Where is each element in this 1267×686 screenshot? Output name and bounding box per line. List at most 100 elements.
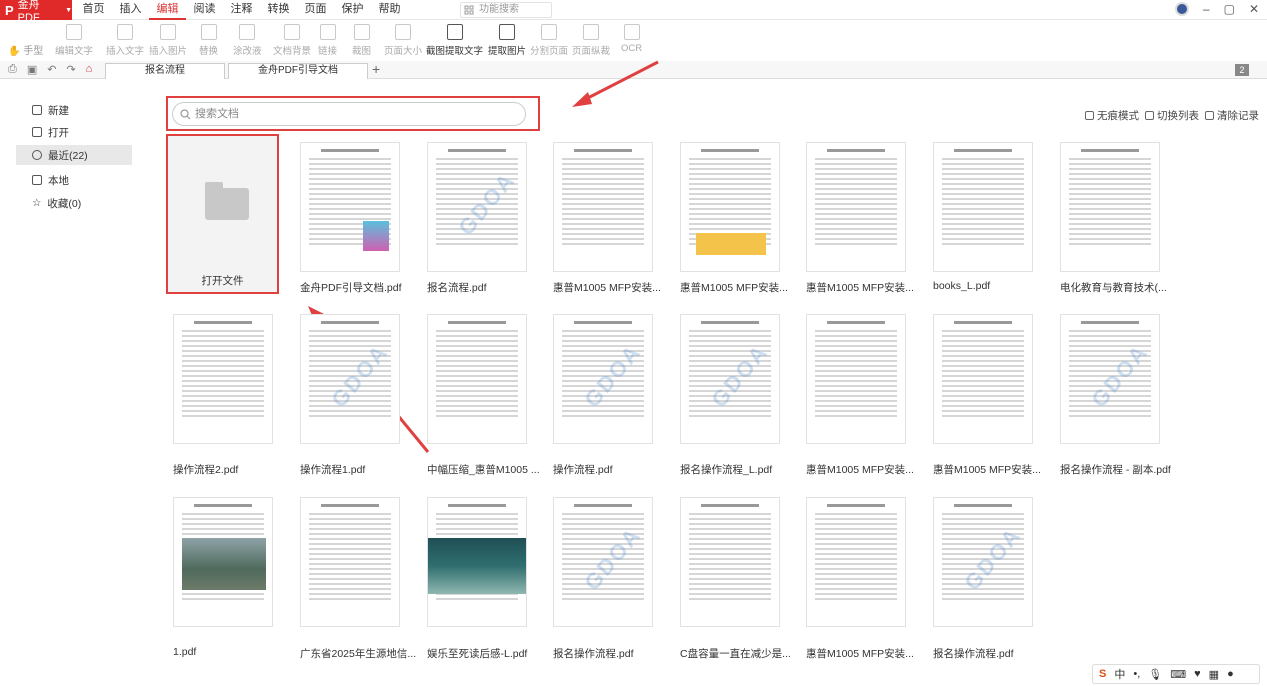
file-name-label[interactable]: 报名操作流程_L.pdf	[680, 462, 800, 477]
text-line	[309, 188, 391, 190]
text-line	[562, 173, 644, 175]
file-thumbnail[interactable]: GDOA	[553, 497, 653, 627]
promo-image	[363, 221, 389, 251]
text-line	[815, 330, 897, 332]
file-thumbnail[interactable]	[427, 497, 527, 627]
text-line	[562, 330, 644, 332]
text-line	[942, 178, 1024, 180]
text-line	[689, 208, 771, 210]
file-thumbnail[interactable]	[427, 314, 527, 444]
file-name-label[interactable]: 报名流程.pdf	[427, 280, 547, 295]
text-line	[309, 578, 391, 580]
text-line	[1069, 228, 1151, 230]
file-thumbnail[interactable]	[173, 497, 273, 627]
punctuation-icon[interactable]: •,	[1133, 668, 1140, 680]
text-line	[436, 533, 518, 535]
file-name-label[interactable]: books_L.pdf	[933, 280, 1053, 292]
text-line	[309, 193, 391, 195]
text-line	[182, 340, 264, 342]
text-line	[942, 168, 1024, 170]
text-line	[942, 415, 1024, 417]
text-line	[1069, 340, 1151, 342]
text-line	[815, 588, 897, 590]
file-thumbnail[interactable]: GDOA	[1060, 314, 1160, 444]
text-line	[689, 528, 771, 530]
file-name-label[interactable]: C盘容量一直在减少是...	[680, 646, 800, 661]
file-name-label[interactable]: 报名操作流程.pdf	[553, 646, 673, 661]
text-line	[815, 233, 897, 235]
file-thumbnail[interactable]: GDOA	[427, 142, 527, 272]
microphone-icon[interactable]: 🎙	[1148, 668, 1162, 681]
text-line	[815, 238, 897, 240]
file-name-label[interactable]: 惠普M1005 MFP安装...	[933, 462, 1053, 477]
file-name-label[interactable]: 操作流程2.pdf	[173, 462, 293, 477]
text-line	[942, 163, 1024, 165]
file-thumbnail[interactable]	[806, 497, 906, 627]
file-name-label[interactable]: 惠普M1005 MFP安装...	[680, 280, 800, 295]
apps-grid-icon[interactable]: ▦	[1209, 668, 1219, 681]
text-line	[562, 518, 644, 520]
text-line	[689, 178, 771, 180]
file-name-label[interactable]: 1.pdf	[173, 646, 293, 658]
text-line	[309, 173, 391, 175]
file-thumbnail[interactable]	[933, 314, 1033, 444]
file-name-label[interactable]: 中幅压缩_惠普M1005 ...	[427, 462, 547, 477]
file-thumbnail[interactable]	[300, 142, 400, 272]
text-line	[815, 163, 897, 165]
text-line	[689, 568, 771, 570]
text-line	[562, 593, 644, 595]
text-line	[815, 533, 897, 535]
keyboard-icon[interactable]: ⌨	[1170, 668, 1186, 681]
text-line	[689, 593, 771, 595]
ime-brand-icon[interactable]: S	[1099, 668, 1106, 680]
text-line	[689, 193, 771, 195]
text-line	[309, 548, 391, 550]
file-name-label[interactable]: 报名操作流程.pdf	[933, 646, 1053, 661]
file-name-label[interactable]: 操作流程1.pdf	[300, 462, 420, 477]
file-thumbnail[interactable]	[680, 497, 780, 627]
text-line	[942, 523, 1024, 525]
cover-title-line	[1081, 149, 1139, 152]
file-name-label[interactable]: 电化教育与教育技术(...	[1060, 280, 1180, 295]
file-thumbnail[interactable]	[680, 142, 780, 272]
ime-language[interactable]: 中	[1114, 666, 1125, 682]
file-thumbnail[interactable]: GDOA	[680, 314, 780, 444]
file-name-label[interactable]: 惠普M1005 MFP安装...	[806, 462, 926, 477]
file-name-label[interactable]: 惠普M1005 MFP安装...	[806, 646, 926, 661]
text-line	[436, 340, 518, 342]
file-name-label[interactable]: 惠普M1005 MFP安装...	[553, 280, 673, 295]
text-line	[309, 583, 391, 585]
text-line	[182, 380, 264, 382]
text-line	[182, 523, 264, 525]
skin-icon[interactable]: ♥	[1194, 668, 1201, 680]
file-name-label[interactable]: 金舟PDF引导文档.pdf	[300, 280, 420, 295]
file-name-label[interactable]: 操作流程.pdf	[553, 462, 673, 477]
text-line	[815, 380, 897, 382]
file-thumbnail[interactable]	[553, 142, 653, 272]
text-line	[689, 518, 771, 520]
file-name-label[interactable]: 惠普M1005 MFP安装...	[806, 280, 926, 295]
file-thumbnail[interactable]: GDOA	[300, 314, 400, 444]
file-name-label[interactable]: 报名操作流程 - 副本.pdf	[1060, 462, 1180, 477]
text-line	[815, 583, 897, 585]
file-name-label[interactable]: 娱乐至死读后感-L.pdf	[427, 646, 547, 661]
file-thumbnail[interactable]	[933, 142, 1033, 272]
file-thumbnail[interactable]	[806, 142, 906, 272]
file-thumbnail[interactable]: GDOA	[553, 314, 653, 444]
mascot-icon[interactable]: ●	[1227, 668, 1234, 680]
file-thumbnail[interactable]	[173, 314, 273, 444]
text-line	[309, 213, 391, 215]
text-line	[815, 360, 897, 362]
cover-title-line	[448, 149, 506, 152]
text-line	[436, 410, 518, 412]
open-file-card[interactable]: 打开文件	[166, 134, 279, 294]
file-thumbnail[interactable]	[806, 314, 906, 444]
file-thumbnail[interactable]	[1060, 142, 1160, 272]
file-thumbnail[interactable]: GDOA	[933, 497, 1033, 627]
text-line	[309, 163, 391, 165]
text-line	[942, 400, 1024, 402]
file-thumbnail[interactable]	[300, 497, 400, 627]
text-line	[815, 193, 897, 195]
file-name-label[interactable]: 广东省2025年生源地信...	[300, 646, 420, 661]
text-line	[1069, 168, 1151, 170]
